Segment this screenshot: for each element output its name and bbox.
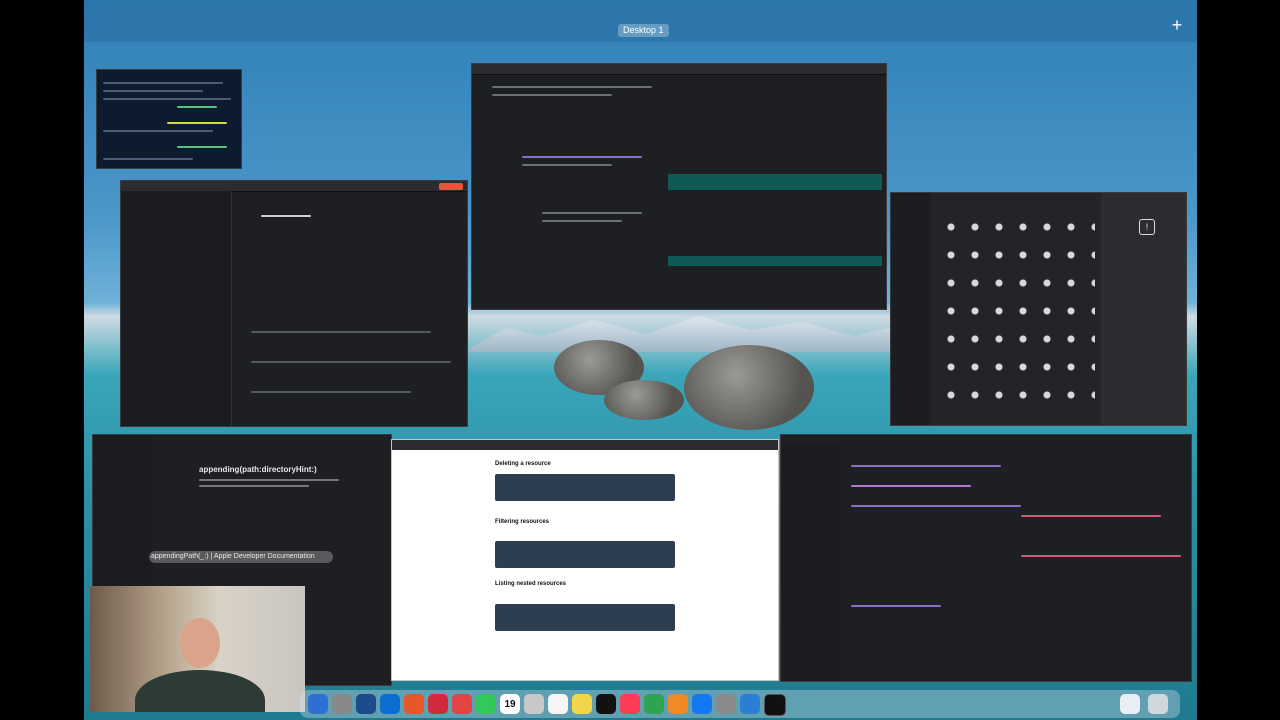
code-block (495, 474, 675, 501)
reminders-icon[interactable] (548, 694, 568, 714)
messages-icon[interactable] (380, 694, 400, 714)
contacts-icon[interactable] (524, 694, 544, 714)
trash-icon[interactable] (1148, 694, 1168, 714)
symbol-grid[interactable] (939, 213, 1095, 413)
mission-control-bar: Desktop 1 + (84, 0, 1197, 42)
music-icon[interactable] (620, 694, 640, 714)
section-heading: Listing nested resources (495, 581, 567, 587)
section-heading: Deleting a resource (495, 461, 551, 467)
mail-icon[interactable] (404, 694, 424, 714)
doc-link[interactable]: appendingPath(_:) | Apple Developer Docu… (151, 553, 315, 560)
xcode-window[interactable] (471, 63, 887, 310)
safari-icon[interactable] (356, 694, 376, 714)
maps-icon[interactable] (428, 694, 448, 714)
tv-icon[interactable] (596, 694, 616, 714)
section-heading: Filtering resources (495, 519, 550, 525)
desktop-1-space[interactable]: Desktop 1 (618, 24, 669, 37)
photos-icon[interactable] (452, 694, 472, 714)
browser-documentation-window[interactable]: Deleting a resource Filtering resources … (391, 439, 779, 681)
terminal-icon[interactable] (764, 694, 786, 716)
system-settings-icon[interactable] (716, 694, 736, 714)
xcode-icon[interactable] (740, 694, 760, 714)
pages-icon[interactable] (668, 694, 688, 714)
downloads-icon[interactable] (1120, 694, 1140, 714)
app-store-icon[interactable] (692, 694, 712, 714)
wallpaper-rock (604, 380, 684, 420)
dock: 19 (300, 690, 1180, 718)
doc-heading: appending(path:directoryHint:) (199, 465, 317, 474)
webcam-overlay (90, 586, 305, 712)
finder-icon[interactable] (308, 694, 328, 714)
code-block (495, 541, 675, 568)
calendar-icon[interactable]: 19 (500, 694, 520, 714)
add-desktop-button[interactable]: + (1168, 16, 1186, 34)
notes-icon[interactable] (572, 694, 592, 714)
numbers-icon[interactable] (644, 694, 664, 714)
code-editor-window[interactable] (780, 434, 1192, 682)
launchpad-icon[interactable] (332, 694, 352, 714)
code-block (495, 604, 675, 631)
facetime-icon[interactable] (476, 694, 496, 714)
wallpaper-rock (684, 345, 814, 430)
editor-window[interactable] (120, 180, 468, 427)
terminal-window[interactable] (96, 69, 242, 169)
shield-icon: ! (1139, 219, 1155, 235)
sf-symbols-window[interactable]: ! (890, 192, 1187, 426)
